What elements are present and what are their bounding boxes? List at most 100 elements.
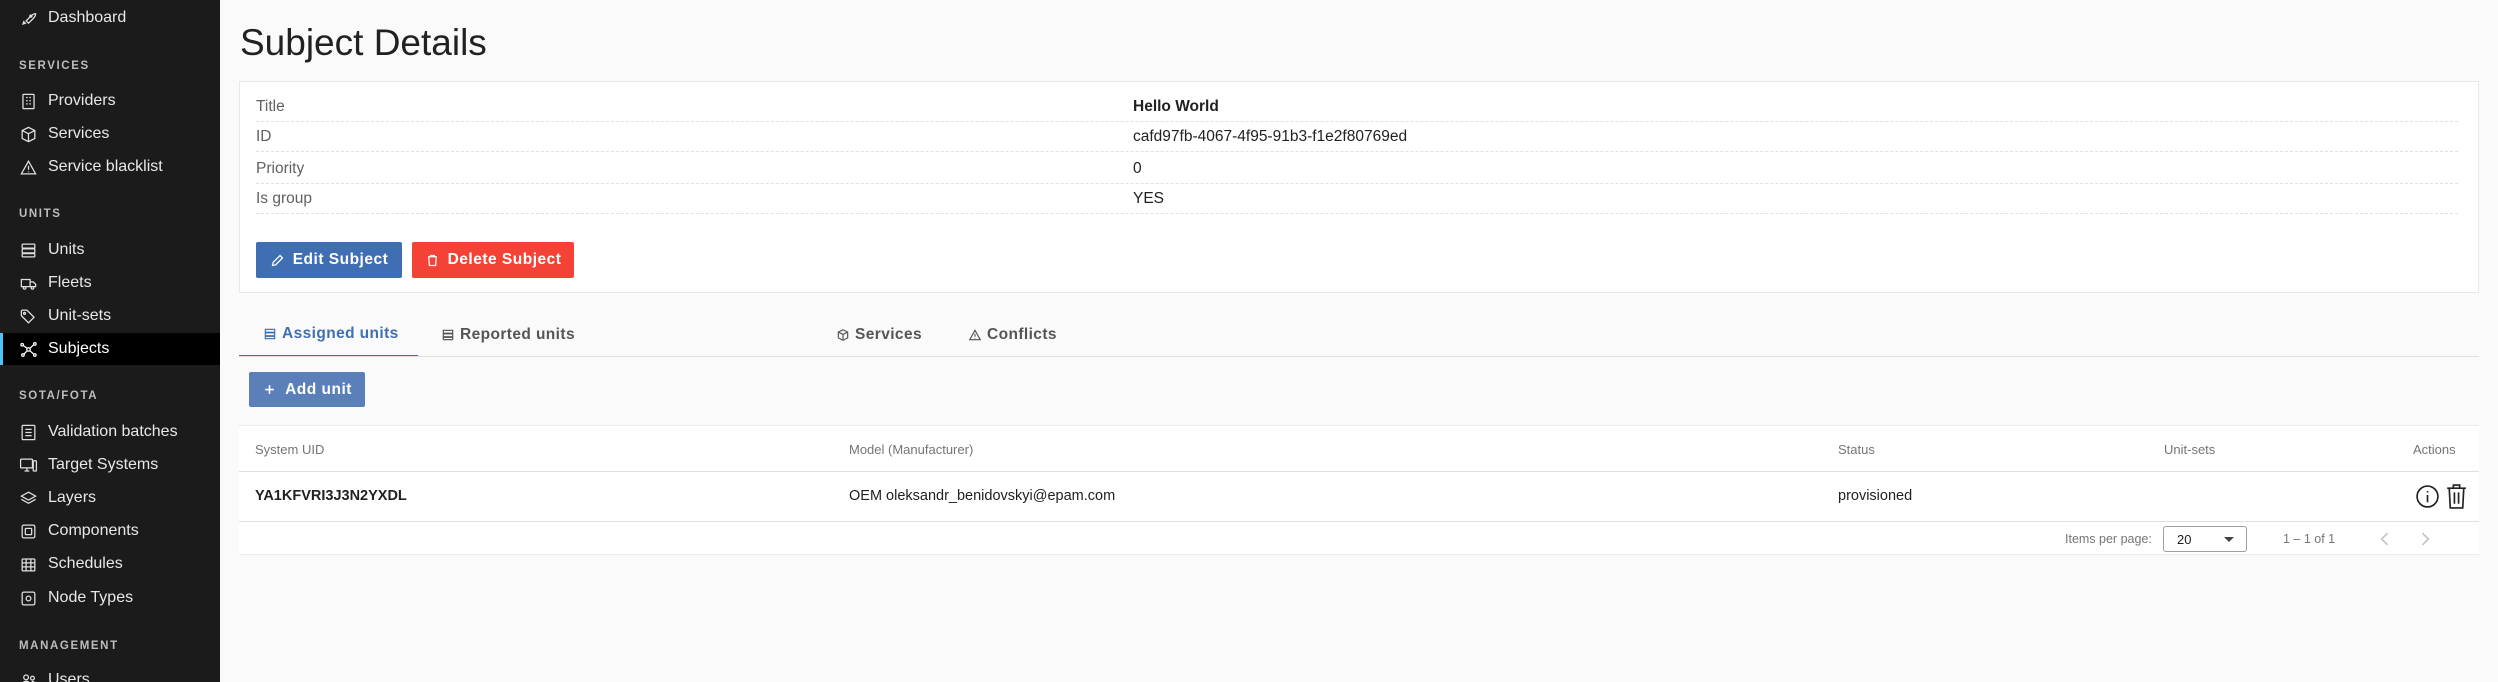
rocket-icon [21, 12, 37, 25]
delete-subject-label: Delete Subject [447, 251, 562, 268]
plus-icon [265, 385, 274, 394]
sidebar-item-label: Layers [48, 489, 97, 506]
detail-row-id: ID cafd97fb-4067-4f95-91b3-f1e2f80769ed [256, 122, 2458, 152]
trash-icon [427, 254, 437, 266]
section-sota-fota-title: SOTA/FOTA [19, 390, 99, 402]
tab-label: Assigned units [282, 324, 399, 342]
detail-label: Is group [256, 189, 313, 207]
column-header-status[interactable]: Status [1838, 442, 1875, 457]
sidebar-item-schedules[interactable]: Schedules [0, 548, 220, 580]
detail-value: Hello World [1133, 97, 1219, 115]
column-header-unit-sets[interactable]: Unit-sets [2164, 442, 2215, 457]
sidebar-item-label: Node Types [48, 589, 134, 606]
cell-system-uid: YA1KFVRI3J3N2YXDL [255, 488, 407, 504]
page-range: 1 – 1 of 1 [2283, 532, 2336, 546]
add-unit-label: Add unit [285, 380, 352, 398]
calendar-icon [21, 557, 36, 571]
items-per-page-select[interactable]: 20 [2163, 526, 2247, 552]
sidebar-item-units[interactable]: Units [0, 234, 220, 266]
sidebar-item-providers[interactable]: Providers [0, 85, 220, 117]
items-per-page-value: 20 [2177, 532, 2192, 547]
sidebar-item-layers[interactable]: Layers [0, 482, 220, 514]
sidebar-item-label: Fleets [48, 274, 92, 291]
puzzle-icon [21, 524, 36, 538]
list-icon [21, 424, 36, 440]
node-icon [21, 591, 36, 605]
tab-assigned-units[interactable]: Assigned units [239, 312, 418, 357]
building-icon [22, 93, 35, 109]
detail-row-priority: Priority 0 [256, 154, 2458, 184]
sidebar-item-label: Services [48, 125, 110, 142]
tab-services[interactable]: Services [836, 312, 922, 357]
assigned-units-panel: Add unit System UID Model (Manufacturer)… [239, 357, 2479, 555]
tab-label: Conflicts [987, 325, 1057, 343]
table-row[interactable]: YA1KFVRI3J3N2YXDL OEM oleksandr_benidovs… [239, 472, 2479, 522]
sidebar-item-label: Unit-sets [48, 307, 112, 324]
tab-bar: Assigned units Reported units Services C… [239, 312, 2479, 357]
cell-status: provisioned [1838, 488, 1913, 504]
sidebar-item-label: Service blacklist [48, 158, 163, 175]
edit-subject-label: Edit Subject [292, 251, 389, 268]
tab-label: Services [855, 325, 922, 343]
chevron-down-icon [2224, 537, 2234, 542]
network-icon [20, 341, 37, 357]
sidebar-item-label: Components [48, 522, 139, 539]
sidebar-item-label: Users [48, 671, 90, 682]
sidebar-item-services[interactable]: Services [0, 118, 220, 150]
tab-conflicts[interactable]: Conflicts [968, 312, 1057, 357]
sidebar: Dashboard SERVICES Providers Services Se… [0, 0, 220, 682]
add-unit-button[interactable]: Add unit [249, 372, 365, 407]
sidebar-item-label: Dashboard [48, 9, 127, 26]
sidebar-item-target-systems[interactable]: Target Systems [0, 449, 220, 481]
box-icon [21, 126, 36, 142]
sidebar-item-node-types[interactable]: Node Types [0, 582, 220, 614]
paginator: Items per page: 20 1 – 1 of 1 [239, 522, 2479, 555]
chevron-left-icon[interactable] [2375, 529, 2395, 549]
page-title: Subject Details [240, 22, 487, 63]
tab-reported-units[interactable]: Reported units [441, 312, 575, 357]
detail-value: YES [1133, 189, 1165, 207]
main-content: Subject Details Title Hello World ID caf… [220, 0, 2498, 682]
delete-subject-button[interactable]: Delete Subject [412, 242, 574, 278]
detail-label: Title [256, 97, 285, 115]
subject-details-card: Title Hello World ID cafd97fb-4067-4f95-… [239, 81, 2479, 293]
sidebar-item-label: Units [48, 241, 85, 258]
sidebar-item-subjects[interactable]: Subjects [0, 333, 220, 365]
items-per-page-label: Items per page: [2065, 532, 2152, 546]
detail-value: cafd97fb-4067-4f95-91b3-f1e2f80769ed [1133, 127, 1408, 145]
info-icon[interactable] [2415, 484, 2440, 509]
box-icon [837, 328, 849, 341]
edit-subject-button[interactable]: Edit Subject [256, 242, 402, 278]
server-icon [442, 329, 454, 340]
sidebar-item-unit-sets[interactable]: Unit-sets [0, 300, 220, 332]
detail-row-is-group: Is group YES [256, 184, 2458, 214]
sidebar-item-label: Subjects [48, 340, 110, 357]
column-header-model[interactable]: Model (Manufacturer) [849, 442, 973, 457]
sidebar-item-validation-batches[interactable]: Validation batches [0, 416, 220, 448]
sidebar-item-components[interactable]: Components [0, 515, 220, 547]
detail-label: Priority [256, 159, 305, 177]
detail-label: ID [256, 127, 272, 145]
sidebar-item-fleets[interactable]: Fleets [0, 267, 220, 299]
column-header-system-uid[interactable]: System UID [255, 442, 324, 457]
section-management-title: MANAGEMENT [19, 640, 119, 652]
table-header: System UID Model (Manufacturer) Status U… [239, 425, 2479, 472]
trash-icon[interactable] [2444, 483, 2469, 510]
tab-label: Reported units [460, 325, 575, 343]
sidebar-item-label: Schedules [48, 555, 123, 572]
layers-icon [20, 490, 37, 504]
column-header-actions: Actions [2413, 442, 2456, 457]
detail-row-title: Title Hello World [256, 92, 2458, 122]
section-units-title: UNITS [19, 208, 62, 220]
sidebar-item-dashboard[interactable]: Dashboard [0, 2, 220, 34]
truck-icon [20, 278, 37, 290]
users-icon [21, 673, 36, 682]
sidebar-item-users[interactable]: Users [0, 664, 220, 682]
section-services-title: SERVICES [19, 60, 90, 72]
sidebar-item-label: Providers [48, 92, 116, 109]
tags-icon [20, 309, 35, 324]
sidebar-item-service-blacklist[interactable]: Service blacklist [0, 151, 220, 183]
chevron-right-icon[interactable] [2415, 529, 2435, 549]
sidebar-item-label: Target Systems [48, 456, 159, 473]
detail-value: 0 [1133, 159, 1142, 177]
